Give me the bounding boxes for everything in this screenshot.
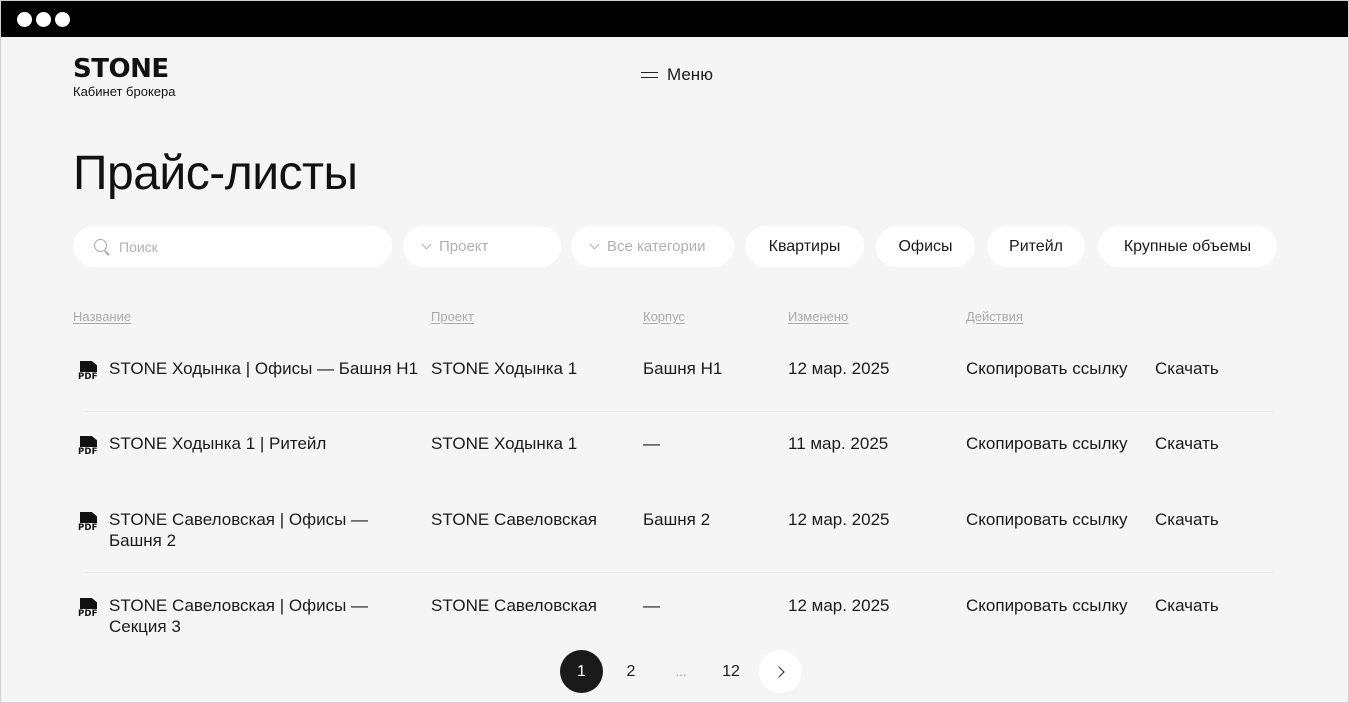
search-field[interactable] bbox=[73, 226, 392, 267]
row-name: STONE Ходынка | Офисы — Башня Н1 bbox=[109, 359, 419, 378]
row-divider bbox=[85, 572, 1273, 573]
category-select-value: Все категории bbox=[607, 238, 706, 255]
table-row: PDF STONE Ходынка | Офисы — Башня Н1 STO… bbox=[73, 357, 1273, 397]
browser-window: STONE Кабинет брокера Меню Прайс-листы П… bbox=[0, 0, 1349, 703]
category-select[interactable]: Все категории bbox=[571, 226, 734, 267]
page-button-active[interactable]: 1 bbox=[560, 650, 603, 693]
title-bar bbox=[1, 1, 1348, 37]
next-page-button[interactable] bbox=[759, 650, 802, 693]
hamburger-icon bbox=[641, 71, 658, 80]
pdf-file-icon: PDF bbox=[77, 598, 99, 620]
chevron-down-icon bbox=[421, 239, 432, 250]
search-input[interactable] bbox=[119, 238, 359, 255]
download-button[interactable]: Скачать bbox=[1155, 358, 1219, 379]
window-dot-icon[interactable] bbox=[17, 12, 32, 27]
chevron-right-icon bbox=[773, 665, 785, 678]
row-divider bbox=[85, 411, 1273, 412]
row-building: — bbox=[643, 434, 660, 453]
download-button[interactable]: Скачать bbox=[1155, 433, 1219, 454]
row-name: STONE Савеловская | Офисы — Секция 3 bbox=[109, 596, 369, 636]
table-row: PDF STONE Ходынка 1 | Ритейл STONE Ходын… bbox=[73, 432, 1273, 472]
row-modified: 12 мар. 2025 bbox=[788, 510, 890, 529]
row-project: STONE Ходынка 1 bbox=[431, 434, 578, 453]
window-dot-icon[interactable] bbox=[55, 12, 70, 27]
column-header-building[interactable]: Корпус bbox=[643, 309, 685, 324]
logo[interactable]: STONE Кабинет брокера bbox=[73, 55, 175, 99]
column-header-project[interactable]: Проект bbox=[431, 309, 474, 324]
row-project: STONE Савеловская bbox=[431, 510, 598, 529]
row-modified: 12 мар. 2025 bbox=[788, 596, 890, 615]
row-divider bbox=[85, 487, 1273, 488]
row-project: STONE Савеловская bbox=[431, 596, 598, 615]
column-header-modified[interactable]: Изменено bbox=[788, 309, 848, 324]
row-name: STONE Ходынка 1 | Ритейл bbox=[109, 434, 327, 453]
window-dot-icon[interactable] bbox=[36, 12, 51, 27]
chip-retail[interactable]: Ритейл bbox=[987, 226, 1085, 267]
row-name: STONE Савеловская | Офисы — Башня 2 bbox=[109, 510, 369, 550]
page-button[interactable]: 2 bbox=[615, 650, 647, 693]
copy-link-button[interactable]: Скопировать ссылку bbox=[966, 509, 1128, 530]
project-select[interactable]: Проект bbox=[403, 226, 561, 267]
column-header-actions[interactable]: Действия bbox=[966, 309, 1023, 324]
copy-link-button[interactable]: Скопировать ссылку bbox=[966, 433, 1128, 454]
copy-link-button[interactable]: Скопировать ссылку bbox=[966, 358, 1128, 379]
page-ellipsis: ... bbox=[675, 664, 687, 679]
chip-apartments[interactable]: Квартиры bbox=[745, 226, 864, 267]
copy-link-button[interactable]: Скопировать ссылку bbox=[966, 595, 1128, 616]
chip-large-volumes[interactable]: Крупные объемы bbox=[1098, 226, 1277, 267]
menu-label: Меню bbox=[667, 65, 713, 84]
row-building: Башня Н1 bbox=[643, 359, 723, 378]
row-modified: 11 мар. 2025 bbox=[788, 434, 889, 453]
logo-subtitle: Кабинет брокера bbox=[73, 84, 176, 99]
download-button[interactable]: Скачать bbox=[1155, 509, 1219, 530]
table-row: PDF STONE Савеловская | Офисы — Башня 2 … bbox=[73, 508, 1273, 558]
row-building: — bbox=[643, 596, 660, 615]
row-modified: 12 мар. 2025 bbox=[788, 359, 890, 378]
row-building: Башня 2 bbox=[643, 510, 711, 529]
window-controls bbox=[17, 12, 70, 27]
column-header-name[interactable]: Название bbox=[73, 309, 131, 324]
chevron-down-icon bbox=[589, 239, 600, 250]
search-icon bbox=[93, 238, 111, 256]
page-title: Прайс-листы bbox=[73, 147, 358, 200]
menu-button[interactable]: Меню bbox=[641, 65, 713, 85]
logo-wordmark: STONE bbox=[73, 54, 169, 84]
pdf-file-icon: PDF bbox=[77, 436, 99, 458]
table-row: PDF STONE Савеловская | Офисы — Секция 3… bbox=[73, 594, 1273, 644]
pdf-file-icon: PDF bbox=[77, 512, 99, 534]
row-project: STONE Ходынка 1 bbox=[431, 359, 578, 378]
download-button[interactable]: Скачать bbox=[1155, 595, 1219, 616]
pdf-file-icon: PDF bbox=[77, 361, 99, 383]
project-select-value: Проект bbox=[439, 238, 489, 255]
chip-offices[interactable]: Офисы bbox=[876, 226, 975, 267]
page-button[interactable]: 12 bbox=[715, 650, 747, 693]
